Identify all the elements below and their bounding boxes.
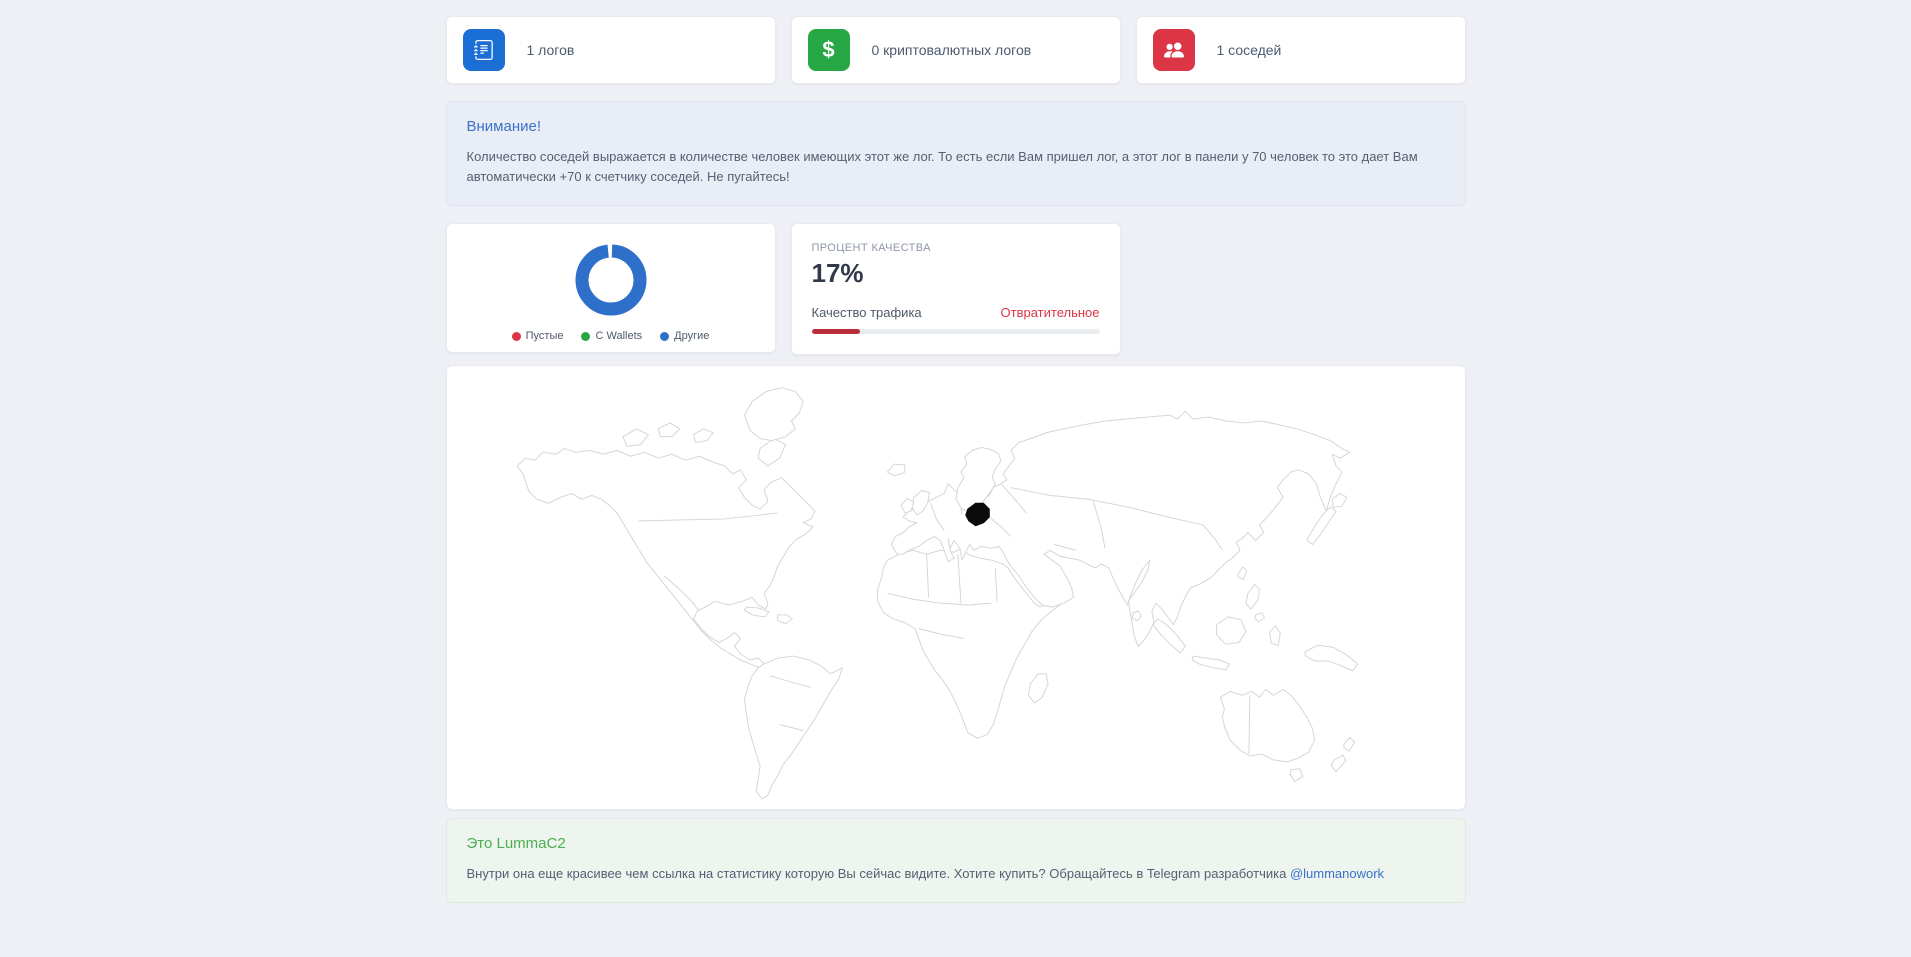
stat-card-label: 1 логов [526,42,575,58]
donut-ring [575,244,646,316]
about-body: Внутри она еще красивее чем ссылка на ст… [467,864,1445,884]
continent-north-america [516,448,815,669]
world-map-card [445,365,1466,811]
people-icon [1152,29,1195,71]
stat-card-crypto-logs: $ 0 криптовалютных логов [790,16,1121,84]
island-greenland [743,387,804,442]
island-mindanao [1253,612,1265,623]
island-hokkaido [1331,493,1347,508]
stat-card-logs: 1 логов [445,16,776,84]
island-new-zealand-north [1342,737,1355,752]
logs-donut-card: Пустые С Wallets Другие [445,223,776,354]
telegram-link[interactable]: @lummanowork [1290,866,1384,881]
world-map[interactable] [453,372,1459,803]
island-japan [1305,506,1337,546]
donut-legend: Пустые С Wallets Другие [511,330,709,343]
quality-progress-fill [811,329,861,335]
island-arctic-3 [692,428,714,444]
stat-card-label: 0 криптовалютных логов [871,42,1032,58]
island-madagascar [1027,673,1049,704]
legend-dot-blue [660,331,670,341]
quality-percent: 17% [811,258,864,289]
legend-label: Другие [674,330,710,343]
warning-alert: Внимание! Количество соседей выражается … [445,101,1466,207]
legend-item-empty: Пустые [511,330,564,343]
alert-body: Количество соседей выражается в количест… [466,149,1418,185]
stats-page: 1 логов $ 0 криптовалютных логов 1 сосед… [445,0,1466,903]
quality-card: ПРОЦЕНТ КАЧЕСТВА 17% Качество трафика От… [790,223,1121,356]
stat-card-label: 1 соседей [1216,42,1282,58]
island-tasmania [1289,768,1303,783]
dollar-icon: $ [807,29,850,71]
continent-australia [1219,689,1315,763]
island-taiwan [1237,566,1247,581]
quality-label: Качество трафика [811,305,922,321]
legend-dot-green [581,331,591,341]
quality-status: Отвратительное [1000,305,1100,321]
stat-card-neighbors: 1 соседей [1135,16,1466,84]
island-sumatra [1151,618,1186,654]
island-arctic-2 [657,422,680,438]
journal-icon [462,29,505,71]
logs-donut-chart [575,236,647,324]
island-iceland [886,463,906,477]
quality-heading: ПРОЦЕНТ КАЧЕСТВА [811,242,931,255]
island-new-zealand-south [1330,754,1346,773]
quality-labels-row: Качество трафика Отвратительное [812,305,1100,320]
charts-row: Пустые С Wallets Другие ПРОЦЕНТ КАЧЕСТВА… [445,223,1466,356]
legend-label: Пустые [525,330,564,343]
quality-progress-track [811,329,1100,335]
legend-item-other: Другие [660,330,709,342]
island-baffin [757,438,786,467]
island-borneo [1215,616,1246,646]
about-text: Внутри она еще красивее чем ссылка на ст… [466,866,1290,882]
island-new-guinea [1303,645,1358,672]
alert-title: Внимание! [466,118,542,135]
island-sulawesi [1268,625,1281,647]
about-title: Это LummaC2 [466,835,566,853]
legend-item-wallets: С Wallets [581,330,642,342]
legend-dot-red [511,331,521,341]
about-box: Это LummaC2 Внутри она еще красивее чем … [445,818,1466,903]
island-java [1191,655,1230,671]
island-arctic-1 [621,428,649,448]
island-philippines [1244,584,1260,610]
island-hispaniola [776,614,793,625]
legend-label: С Wallets [595,330,643,343]
stats-row: 1 логов $ 0 криптовалютных логов 1 сосед… [445,16,1466,84]
